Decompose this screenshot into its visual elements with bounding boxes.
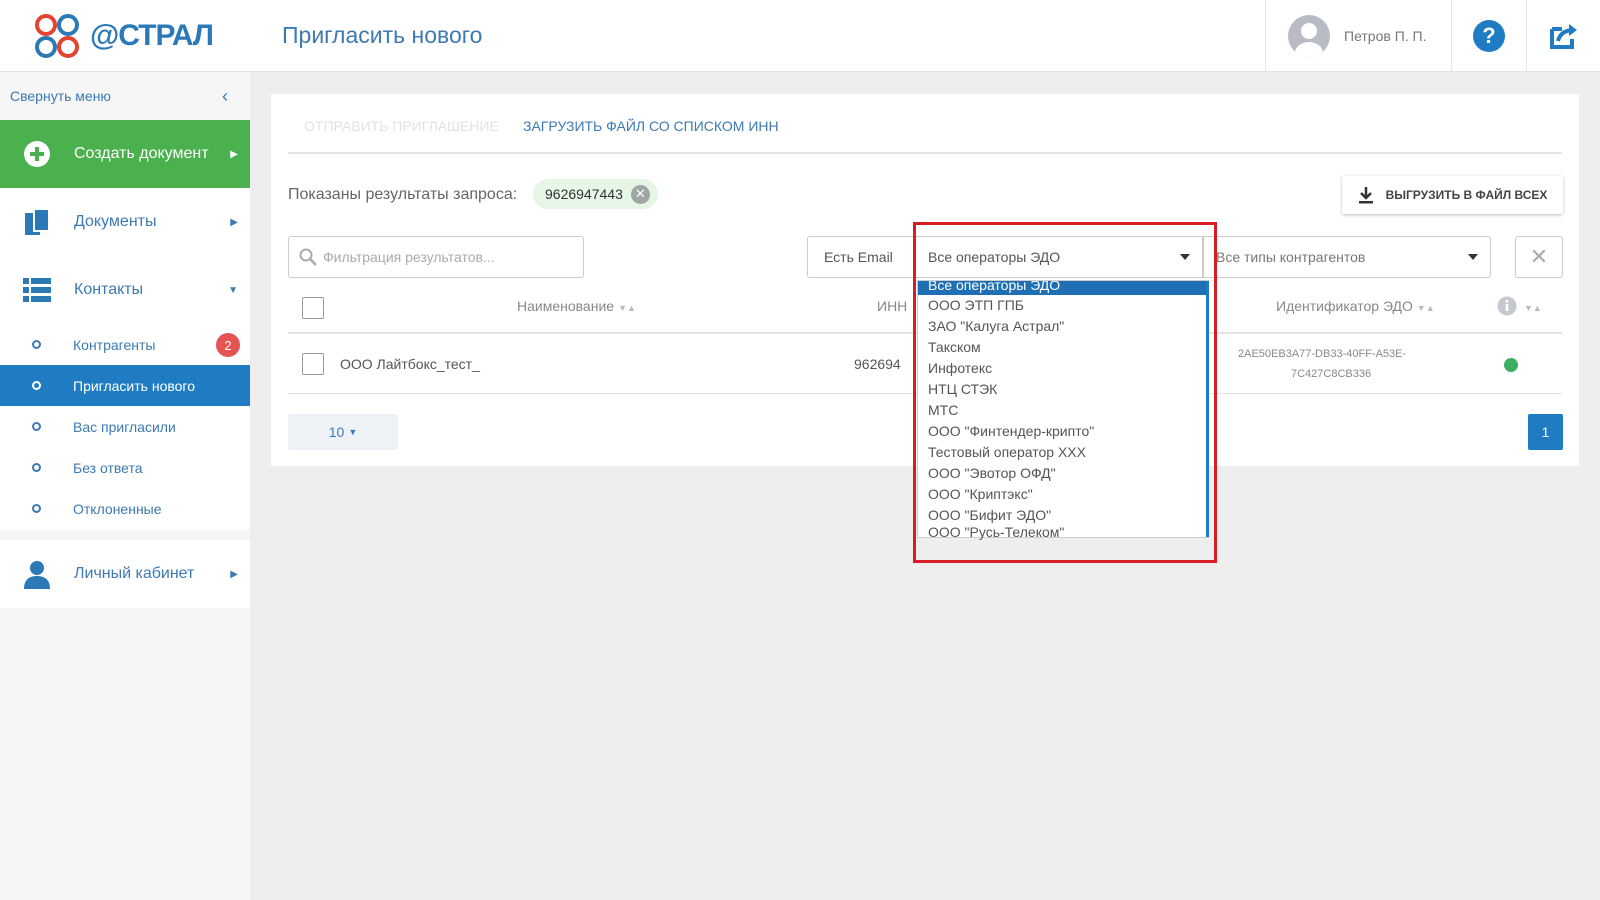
sidebar-item-create-document[interactable]: Создать документ ▶: [0, 120, 250, 188]
user-menu[interactable]: Петров П. П.: [1265, 0, 1451, 72]
sidebar: Свернуть меню ‹ Создать документ ▶ Докум…: [0, 72, 250, 900]
counterparty-types-select[interactable]: Все типы контрагентов: [1203, 236, 1491, 278]
highlight-frame: [913, 222, 1217, 563]
sidebar-item-label: Личный кабинет: [74, 565, 195, 582]
collapse-menu-label: Свернуть меню: [10, 88, 111, 104]
sidebar-item-counterparties[interactable]: Контрагенты 2: [0, 324, 250, 365]
sidebar-item-invited-you[interactable]: Вас пригласили: [0, 406, 250, 447]
column-header-name[interactable]: Наименование ▼▲: [517, 298, 636, 314]
column-header-inn[interactable]: ИНН: [877, 298, 907, 314]
row-edo-id: 2AE50EB3A77-DB33-40FF-A53E-: [1238, 348, 1407, 360]
sidebar-item-label: Создать документ: [74, 145, 209, 162]
sidebar-item-label: Документы: [74, 213, 157, 230]
plus-circle-icon: [22, 139, 52, 169]
sidebar-item-label: Пригласить нового: [73, 377, 196, 394]
counter-badge: 2: [216, 333, 240, 357]
user-name: Петров П. П.: [1344, 28, 1427, 44]
status-indicator: [1504, 358, 1518, 372]
astral-logo-icon: [35, 14, 79, 58]
sidebar-item-label: Контрагенты: [73, 336, 156, 353]
sidebar-item-label: Вас пригласили: [73, 418, 176, 435]
column-header-edo-id[interactable]: Идентификатор ЭДО ▼▲: [1276, 298, 1435, 314]
query-label: Показаны результаты запроса:: [288, 186, 518, 203]
bullet-icon: [32, 381, 41, 390]
clear-filters-button[interactable]: ✕: [1515, 236, 1563, 278]
sort-icon[interactable]: ▼▲: [1520, 298, 1542, 314]
bullet-icon: [32, 463, 41, 472]
avatar: [1288, 15, 1330, 57]
sort-icon: ▼▲: [1416, 303, 1435, 313]
caret-down-icon: [1468, 254, 1478, 260]
sidebar-item-documents[interactable]: Документы ▶: [0, 188, 250, 256]
logo-text: @СТРАЛ: [90, 19, 214, 52]
select-all-checkbox[interactable]: [302, 297, 324, 319]
caret-right-icon: ▶: [230, 216, 238, 228]
sidebar-item-no-answer[interactable]: Без ответа: [0, 447, 250, 488]
logo[interactable]: @СТРАЛ: [0, 0, 250, 72]
caret-right-icon: ▶: [230, 568, 238, 580]
filter-search-input[interactable]: [323, 249, 563, 265]
tabs-bar: Отправить приглашение Загрузить файл со …: [288, 94, 1562, 154]
sidebar-item-label: Отклоненные: [73, 500, 162, 517]
export-all-button[interactable]: ВЫГРУЗИТЬ В ФАЙЛ ВСЕХ: [1342, 176, 1563, 214]
query-chip: 9626947443 ✕: [533, 179, 658, 209]
search-icon: [299, 248, 317, 266]
top-header: @СТРАЛ Пригласить нового Петров П. П. ?: [0, 0, 1600, 72]
bullet-icon: [32, 340, 41, 349]
row-inn: 962694: [854, 356, 901, 372]
close-icon: ✕: [1529, 244, 1549, 269]
help-button[interactable]: ?: [1451, 0, 1526, 72]
column-header-label: Идентификатор ЭДО: [1276, 298, 1413, 314]
sidebar-item-rejected[interactable]: Отклоненные: [0, 488, 250, 529]
tab-upload-inn-file[interactable]: Загрузить файл со списком ИНН: [523, 118, 779, 134]
bullet-icon: [32, 422, 41, 431]
counterparty-types-selected: Все типы контрагентов: [1216, 249, 1366, 265]
sidebar-item-invite-new[interactable]: Пригласить нового: [0, 365, 250, 406]
sidebar-item-label: Без ответа: [73, 459, 143, 476]
row-edo-id-cont: 7C427C8CB336: [1291, 368, 1372, 380]
remove-query-icon[interactable]: ✕: [630, 184, 650, 204]
has-email-filter[interactable]: Есть Email: [807, 236, 915, 278]
chevron-left-icon: ‹: [222, 85, 228, 106]
bullet-icon: [32, 504, 41, 513]
page-title: Пригласить нового: [282, 22, 483, 48]
pagination-page-button[interactable]: 1: [1528, 414, 1563, 450]
info-icon[interactable]: [1497, 296, 1517, 319]
user-icon: [22, 559, 52, 589]
filter-search-box[interactable]: [288, 236, 584, 278]
list-icon: [22, 275, 52, 305]
sidebar-item-contacts[interactable]: Контакты ▼: [0, 256, 250, 324]
page-size-select[interactable]: 10 ▼: [288, 414, 398, 450]
logout-button[interactable]: [1526, 0, 1600, 72]
row-name: ООО Лайтбокс_тест_: [340, 356, 480, 372]
caret-right-icon: ▶: [230, 148, 238, 160]
logout-icon: [1549, 24, 1577, 49]
query-value: 9626947443: [545, 186, 623, 202]
download-icon: [1358, 187, 1373, 204]
page-size-value: 10: [328, 424, 345, 440]
export-all-label: ВЫГРУЗИТЬ В ФАЙЛ ВСЕХ: [1385, 188, 1548, 202]
caret-down-icon: ▼: [228, 284, 238, 296]
tab-send-invite[interactable]: Отправить приглашение: [304, 118, 499, 134]
documents-icon: [22, 207, 52, 237]
collapse-menu-button[interactable]: Свернуть меню ‹: [0, 72, 250, 120]
row-checkbox[interactable]: [302, 353, 324, 375]
column-header-label: Наименование: [517, 298, 615, 314]
help-icon: ?: [1473, 20, 1505, 52]
sort-icon: ▼▲: [618, 303, 636, 313]
caret-down-icon: ▼: [348, 427, 358, 437]
contacts-submenu: Контрагенты 2 Пригласить нового Вас приг…: [0, 324, 250, 530]
sidebar-item-label: Контакты: [74, 281, 144, 298]
sidebar-item-personal-account[interactable]: Личный кабинет ▶: [0, 540, 250, 608]
